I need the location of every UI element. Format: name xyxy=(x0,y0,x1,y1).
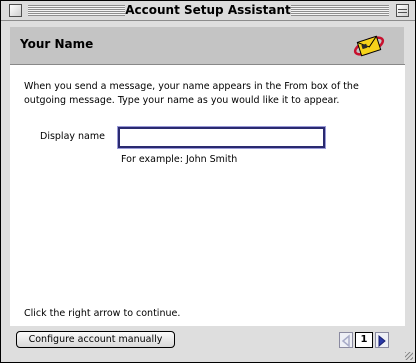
left-arrow-icon[interactable] xyxy=(339,332,353,348)
page-header: Your Name xyxy=(10,27,404,64)
display-name-label: Display name xyxy=(40,131,105,142)
page-number: 1 xyxy=(355,332,373,348)
display-name-input[interactable] xyxy=(117,126,326,149)
left-arrow-glyph xyxy=(341,334,350,348)
right-arrow-icon[interactable] xyxy=(375,332,389,348)
page-title: Your Name xyxy=(20,37,94,51)
footer-bar: Configure account manually 1 xyxy=(10,326,405,352)
title-bar-stripes-right xyxy=(291,5,389,16)
right-arrow-glyph xyxy=(378,334,386,348)
content-area: When you send a message, your name appea… xyxy=(10,64,405,326)
mail-envelope-icon xyxy=(353,35,385,57)
resize-grip[interactable] xyxy=(405,352,413,360)
window-title: Account Setup Assistant xyxy=(125,3,291,17)
intro-text: When you send a message, your name appea… xyxy=(24,81,359,106)
collapse-box[interactable] xyxy=(396,4,409,17)
assistant-window: Account Setup Assistant Your Name When y… xyxy=(0,0,416,363)
example-text: For example: John Smith xyxy=(121,154,238,165)
configure-manually-button[interactable]: Configure account manually xyxy=(16,331,175,348)
title-bar[interactable]: Account Setup Assistant xyxy=(1,1,415,21)
close-box[interactable] xyxy=(9,4,22,17)
title-bar-stripes-left xyxy=(28,5,125,16)
continue-hint: Click the right arrow to continue. xyxy=(24,308,181,319)
